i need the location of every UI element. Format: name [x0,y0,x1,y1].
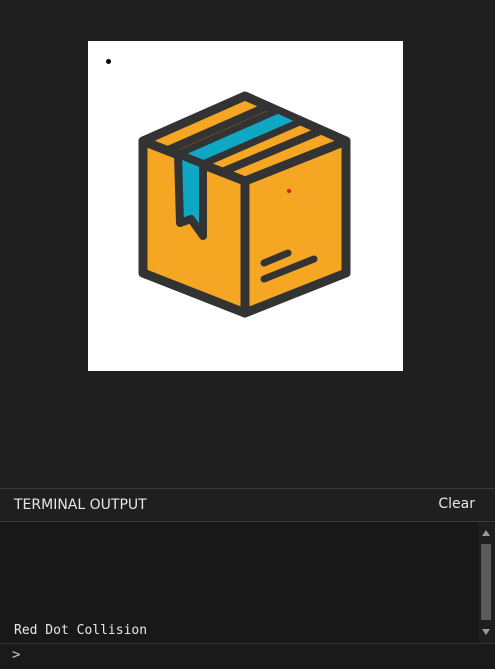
scroll-up-icon[interactable] [482,530,490,536]
terminal-panel: TERMINAL OUTPUT Clear Red Dot Collision … [0,488,495,669]
terminal-header: TERMINAL OUTPUT Clear [0,489,495,522]
terminal-output: Red Dot Collision [0,522,478,643]
terminal-title: TERMINAL OUTPUT [14,497,147,513]
terminal-input[interactable] [28,646,483,666]
player-dot-black [106,59,111,64]
scroll-down-icon[interactable] [482,629,490,635]
terminal-scrollbar[interactable] [478,522,495,643]
prompt-chevron-icon: > [12,647,21,663]
clear-button[interactable]: Clear [438,496,475,512]
game-stage [0,0,495,488]
terminal-output-line: Red Dot Collision [14,623,148,638]
target-dot-red [287,189,291,193]
terminal-prompt: > [0,643,495,669]
game-canvas[interactable] [88,41,403,371]
package-box-icon [138,91,351,318]
scroll-thumb[interactable] [481,544,491,620]
